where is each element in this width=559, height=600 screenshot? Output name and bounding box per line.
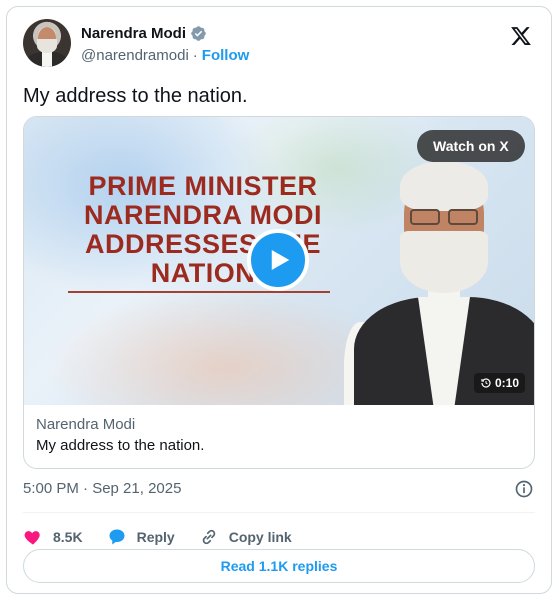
info-icon[interactable] [514,479,534,499]
play-icon [271,250,290,270]
video-duration: 0:10 [474,373,526,393]
media-card[interactable]: PRIME MINISTER NARENDRA MODI ADDRESSES T… [23,116,535,469]
divider [23,512,535,513]
like-button[interactable]: 8.5K [23,527,83,547]
author-handle-row: @narendramodi · Follow [81,47,249,64]
separator: · [192,47,198,64]
author-handle[interactable]: @narendramodi [81,47,189,64]
tweet-timestamp[interactable]: 5:00 PM · Sep 21, 2025 [23,480,181,497]
watch-on-x-button[interactable]: Watch on X [417,130,525,162]
media-card-text: My address to the nation. [36,437,205,454]
link-icon [202,529,215,545]
reply-bubble-icon [109,529,125,545]
avatar[interactable] [23,19,71,67]
duration-text: 0:10 [495,376,520,390]
read-replies-button[interactable]: Read 1.1K replies [23,549,535,583]
reply-button[interactable]: Reply [107,527,175,547]
media-meta[interactable]: Narendra Modi My address to the nation. [24,405,534,468]
video-thumbnail[interactable]: PRIME MINISTER NARENDRA MODI ADDRESSES T… [24,117,534,405]
verified-badge-icon [190,25,207,42]
speaker-portrait [344,147,534,405]
copy-link-button[interactable]: Copy link [199,527,292,547]
headline-rule [68,291,330,293]
author-name-row[interactable]: Narendra Modi [81,25,207,42]
replay-icon [481,378,491,388]
tweet-text: My address to the nation. [23,85,248,107]
heart-icon [24,531,40,545]
media-card-name: Narendra Modi [36,416,136,433]
like-count: 8.5K [53,529,83,545]
tweet-card: Narendra Modi @narendramodi · Follow My … [6,6,552,594]
copy-link-label: Copy link [228,529,292,545]
x-logo-icon[interactable] [510,25,532,47]
follow-button[interactable]: Follow [202,47,250,64]
author-name[interactable]: Narendra Modi [81,25,186,42]
reply-label: Reply [136,529,175,545]
play-button[interactable] [247,229,309,291]
